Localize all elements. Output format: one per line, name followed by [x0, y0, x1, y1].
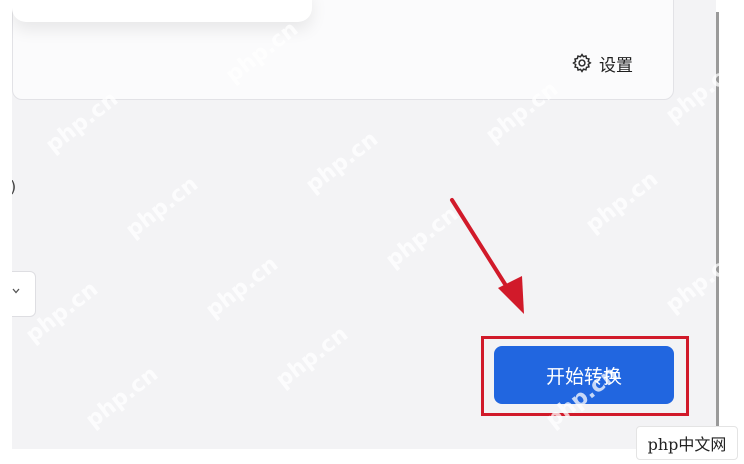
scrollbar-thumb[interactable] [716, 12, 719, 427]
settings-button[interactable]: 设置 [571, 50, 633, 76]
site-logo-badge: php中文网 [636, 426, 738, 460]
left-window-edge [0, 0, 12, 464]
highlight-box [481, 336, 689, 416]
popup-panel-bottom [12, 0, 312, 22]
right-window-edge [730, 0, 744, 464]
settings-label: 设置 [599, 55, 633, 76]
bottom-window-edge [0, 449, 744, 464]
arrow-annotation-icon [450, 198, 524, 314]
gear-icon [571, 52, 593, 74]
chevron-down-icon [12, 288, 20, 294]
